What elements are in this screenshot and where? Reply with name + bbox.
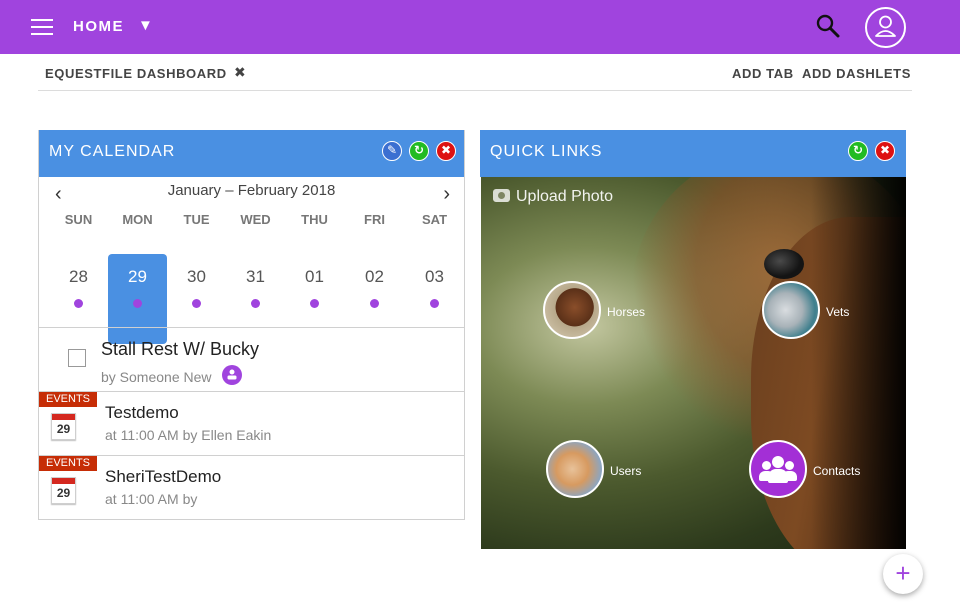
tab-equestfile-dashboard[interactable]: EQUESTFILE DASHBOARD	[45, 66, 227, 81]
horses-link-icon[interactable]	[543, 281, 601, 339]
add-tab-button[interactable]: ADD TAB	[732, 66, 794, 81]
event-title: SheriTestDemo	[105, 467, 222, 486]
day-number: 01	[305, 267, 324, 286]
day-of-week: THU	[301, 212, 328, 227]
assignee-icon[interactable]	[222, 365, 242, 385]
calendar-date-icon: 29	[51, 413, 76, 440]
day-fri[interactable]: FRI 02	[345, 207, 404, 328]
quick-links-header: QUICK LINKS ↻ ✖	[480, 130, 906, 177]
day-number: 28	[69, 267, 88, 286]
upload-photo-button[interactable]: Upload Photo	[493, 188, 613, 206]
contacts-link-label[interactable]: Contacts	[813, 464, 860, 478]
contacts-link-icon[interactable]	[749, 440, 807, 498]
add-dashlets-button[interactable]: ADD DASHLETS	[802, 66, 911, 81]
horses-link-label[interactable]: Horses	[607, 305, 645, 319]
day-sun[interactable]: SUN 28	[49, 207, 108, 328]
day-number: 31	[246, 267, 265, 286]
vets-link-icon[interactable]	[762, 281, 820, 339]
day-of-week: SUN	[64, 212, 93, 227]
day-wed[interactable]: WED 31	[226, 207, 285, 328]
day-number: 02	[365, 267, 384, 286]
day-number: 29	[128, 267, 147, 286]
refresh-icon[interactable]: ↻	[848, 141, 868, 161]
my-calendar-dashlet: MY CALENDAR ✎ ↻ ✖ ‹ January – February 2…	[38, 130, 465, 520]
hamburger-icon[interactable]	[31, 19, 53, 35]
day-of-week: FRI	[364, 212, 385, 227]
photo-shadow	[811, 177, 906, 549]
day-thu[interactable]: THU 01	[285, 207, 344, 328]
horse-background-photo: Upload Photo Horses Vets Users Contacts	[481, 177, 906, 549]
event-item[interactable]: EVENTS 29 Testdemo at 11:00 AM by Ellen …	[39, 391, 464, 455]
day-of-week: SAT	[421, 212, 448, 227]
events-badge: EVENTS	[39, 392, 97, 407]
calendar-title: MY CALENDAR	[49, 143, 176, 160]
calendar-header: MY CALENDAR ✎ ↻ ✖	[39, 130, 464, 177]
calendar-date-icon: 29	[51, 477, 76, 504]
close-tab-icon[interactable]: ✖	[234, 64, 246, 81]
day-sat[interactable]: SAT 03	[405, 207, 464, 328]
next-week-icon[interactable]: ›	[443, 183, 450, 206]
user-account-button[interactable]	[865, 7, 906, 48]
calendar-nav: ‹ January – February 2018 ›	[39, 177, 464, 207]
dashboard-tab-row: EQUESTFILE DASHBOARD ✖ ADD TAB ADD DASHL…	[38, 56, 912, 91]
camera-icon	[493, 189, 510, 202]
event-dot	[133, 299, 142, 308]
vets-link-label[interactable]: Vets	[826, 305, 849, 319]
calendar-range: January – February 2018	[167, 182, 336, 199]
event-dot	[251, 299, 260, 308]
task-title: Stall Rest W/ Bucky	[101, 339, 260, 359]
close-icon[interactable]: ✖	[436, 141, 456, 161]
quick-links-dashlet: QUICK LINKS ↻ ✖ Upload Photo Horses Vets…	[480, 130, 906, 550]
day-mon[interactable]: MON 29	[108, 207, 167, 328]
day-of-week: WED	[240, 212, 271, 227]
edit-icon[interactable]: ✎	[382, 141, 402, 161]
day-of-week: TUE	[183, 212, 210, 227]
event-item[interactable]: EVENTS 29 SheriTestDemo at 11:00 AM by	[39, 455, 464, 519]
tab-actions: ADD TAB ADD DASHLETS	[728, 66, 911, 81]
calendar-week: SUN 28 MON 29 TUE 30 WED 31 THU 01 FRI 0…	[39, 207, 464, 344]
photo-horse-eye	[764, 249, 804, 279]
events-badge: EVENTS	[39, 456, 97, 471]
event-dot	[310, 299, 319, 308]
home-caret-icon[interactable]: ▼	[138, 17, 153, 34]
upload-photo-label: Upload Photo	[516, 188, 613, 205]
calendar-date-number: 29	[56, 486, 71, 500]
event-byline: at 11:00 AM by	[105, 491, 198, 507]
group-icon	[227, 369, 237, 380]
quick-links-title: QUICK LINKS	[490, 143, 603, 160]
search-icon[interactable]	[816, 14, 840, 38]
task-item[interactable]: Stall Rest W/ Bucky by Someone New	[39, 327, 464, 391]
event-byline: at 11:00 AM by Ellen Eakin	[105, 427, 272, 443]
event-dot	[370, 299, 379, 308]
event-dot	[430, 299, 439, 308]
event-dot	[74, 299, 83, 308]
users-link-icon[interactable]	[546, 440, 604, 498]
event-title: Testdemo	[105, 403, 179, 422]
task-byline: by Someone New	[101, 369, 212, 385]
refresh-icon[interactable]: ↻	[409, 141, 429, 161]
day-of-week: MON	[122, 212, 153, 227]
calendar-date-number: 29	[56, 422, 71, 436]
day-number: 30	[187, 267, 206, 286]
user-icon	[875, 15, 896, 37]
event-dot	[192, 299, 201, 308]
close-icon[interactable]: ✖	[875, 141, 895, 161]
users-link-label[interactable]: Users	[610, 464, 641, 478]
add-button[interactable]: +	[883, 554, 923, 594]
home-menu-label[interactable]: HOME	[73, 18, 124, 35]
top-bar: HOME ▼	[0, 0, 960, 54]
task-checkbox[interactable]	[68, 349, 86, 367]
day-tue[interactable]: TUE 30	[167, 207, 226, 328]
day-number: 03	[425, 267, 444, 286]
